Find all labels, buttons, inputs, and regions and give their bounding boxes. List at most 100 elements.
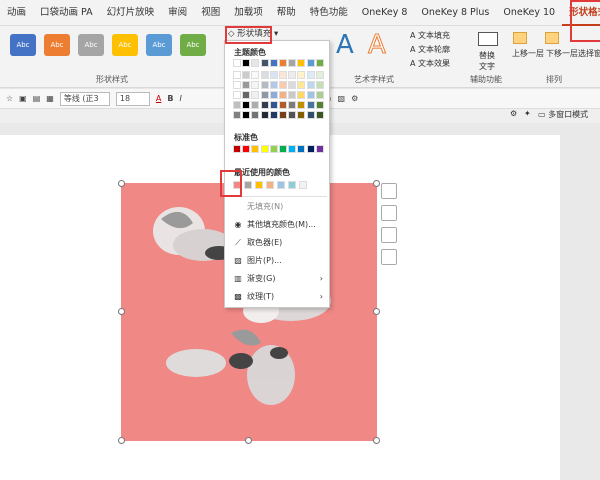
bring-forward-button[interactable]: 上移一层 [512,48,544,59]
tab-7[interactable]: 特色功能 [303,0,355,26]
more-colors-item[interactable]: ◉ 其他填充颜色(M)... [233,217,329,233]
theme-color-swatch[interactable] [242,91,251,99]
tab-3[interactable]: 审阅 [161,0,194,26]
theme-color-swatch[interactable] [315,101,324,109]
theme-color-swatch[interactable] [242,111,251,119]
theme-color-swatch[interactable] [315,59,324,67]
resize-handle-tl[interactable] [118,180,125,187]
settings-icon[interactable]: ⚙ [351,94,358,103]
theme-color-swatch[interactable] [233,111,241,119]
theme-color-swatch[interactable] [260,71,269,79]
theme-color-swatch[interactable] [269,81,278,89]
shape-style-5[interactable]: Abc [180,34,206,56]
theme-color-swatch[interactable] [306,101,315,109]
theme-color-swatch[interactable] [269,101,278,109]
theme-color-swatch[interactable] [306,71,315,79]
shape-style-0[interactable]: Abc [10,34,36,56]
theme-color-swatch[interactable] [269,71,278,79]
no-fill-item[interactable]: 无填充(N) [233,199,329,215]
theme-color-swatch[interactable] [279,59,287,67]
theme-color-swatch[interactable] [260,81,269,89]
multi-window-button[interactable]: ▭ 多窗口模式 [538,109,588,120]
font-size-select[interactable]: 18 [115,91,150,106]
theme-color-swatch[interactable] [315,81,324,89]
table-icon[interactable]: ▦ [46,94,54,103]
resize-handle-r[interactable] [373,308,380,315]
theme-color-swatch[interactable] [315,71,324,79]
standard-color-swatch[interactable] [306,145,315,153]
collapse-icon[interactable] [381,183,397,199]
standard-color-swatch[interactable] [260,145,269,153]
wordart-style-orange[interactable]: A [368,30,387,61]
textbox-icon[interactable]: ▣ [19,94,27,103]
theme-color-swatch[interactable] [306,91,315,99]
resize-handle-b[interactable] [245,437,252,444]
tab-4[interactable]: 视图 [194,0,227,26]
shape-style-1[interactable]: Abc [44,34,70,56]
standard-color-swatch[interactable] [242,145,251,153]
theme-color-swatch[interactable] [269,59,278,67]
tab-9[interactable]: OneKey 8 Plus [414,0,496,26]
theme-color-swatch[interactable] [288,81,297,89]
theme-color-swatch[interactable] [233,81,241,89]
theme-color-swatch[interactable] [251,91,260,99]
font-select[interactable]: 等线 (正3 [59,91,110,106]
theme-color-swatch[interactable] [288,59,297,67]
theme-color-swatch[interactable] [306,59,315,67]
texture-item[interactable]: ▩ 纹理(T) › [233,289,329,305]
standard-color-swatch[interactable] [251,145,260,153]
edit-icon[interactable] [381,249,397,265]
recent-color-swatch[interactable] [277,181,285,189]
theme-color-swatch[interactable] [288,101,297,109]
theme-color-swatch[interactable] [260,59,269,67]
gear-icon[interactable]: ⚙ [510,109,517,118]
theme-color-swatch[interactable] [288,91,297,99]
theme-color-swatch[interactable] [288,111,297,119]
shape-style-4[interactable]: Abc [146,34,172,56]
theme-color-swatch[interactable] [297,111,306,119]
tab-1[interactable]: 口袋动画 PA [33,0,100,26]
theme-color-swatch[interactable] [251,71,260,79]
text-effect-button[interactable]: A 文本效果 [410,58,450,69]
theme-color-swatch[interactable] [306,81,315,89]
tab-8[interactable]: OneKey 8 [355,0,415,26]
theme-color-swatch[interactable] [288,71,297,79]
theme-color-swatch[interactable] [251,111,260,119]
theme-color-swatch[interactable] [233,91,241,99]
theme-color-swatch[interactable] [242,101,251,109]
recent-color-swatch[interactable] [266,181,274,189]
star-icon[interactable]: ☆ [6,94,13,103]
standard-color-swatch[interactable] [288,145,297,153]
theme-color-swatch[interactable] [306,111,315,119]
resize-handle-l[interactable] [118,308,125,315]
theme-color-swatch[interactable] [269,111,278,119]
theme-color-swatch[interactable] [233,71,241,79]
theme-color-swatch[interactable] [260,101,269,109]
tab-2[interactable]: 幻灯片放映 [100,0,162,26]
recent-color-swatch[interactable] [288,181,296,189]
align-icon[interactable]: ▤ [33,94,41,103]
theme-color-swatch[interactable] [279,81,287,89]
standard-color-swatch[interactable] [315,145,324,153]
font-color-icon[interactable]: A [156,94,161,103]
theme-color-swatch[interactable] [233,101,241,109]
theme-color-swatch[interactable] [251,101,260,109]
resize-handle-br[interactable] [373,437,380,444]
gradient-item[interactable]: ▥ 渐变(G) › [233,271,329,287]
theme-color-swatch[interactable] [242,81,251,89]
replace-text-button[interactable]: 替换 [479,50,495,61]
shape-style-3[interactable]: Abc [112,34,138,56]
theme-color-swatch[interactable] [279,91,287,99]
theme-color-swatch[interactable] [279,101,287,109]
theme-color-swatch[interactable] [297,91,306,99]
standard-color-swatch[interactable] [279,145,287,153]
recent-color-swatch[interactable] [244,181,252,189]
standard-color-swatch[interactable] [297,145,306,153]
theme-color-swatch[interactable] [233,59,241,67]
theme-color-swatch[interactable] [242,59,251,67]
theme-color-swatch[interactable] [269,91,278,99]
text-outline-button[interactable]: A 文本轮廓 [410,44,450,55]
resize-handle-bl[interactable] [118,437,125,444]
theme-color-swatch[interactable] [242,71,251,79]
layout-options-icon[interactable] [381,205,397,221]
